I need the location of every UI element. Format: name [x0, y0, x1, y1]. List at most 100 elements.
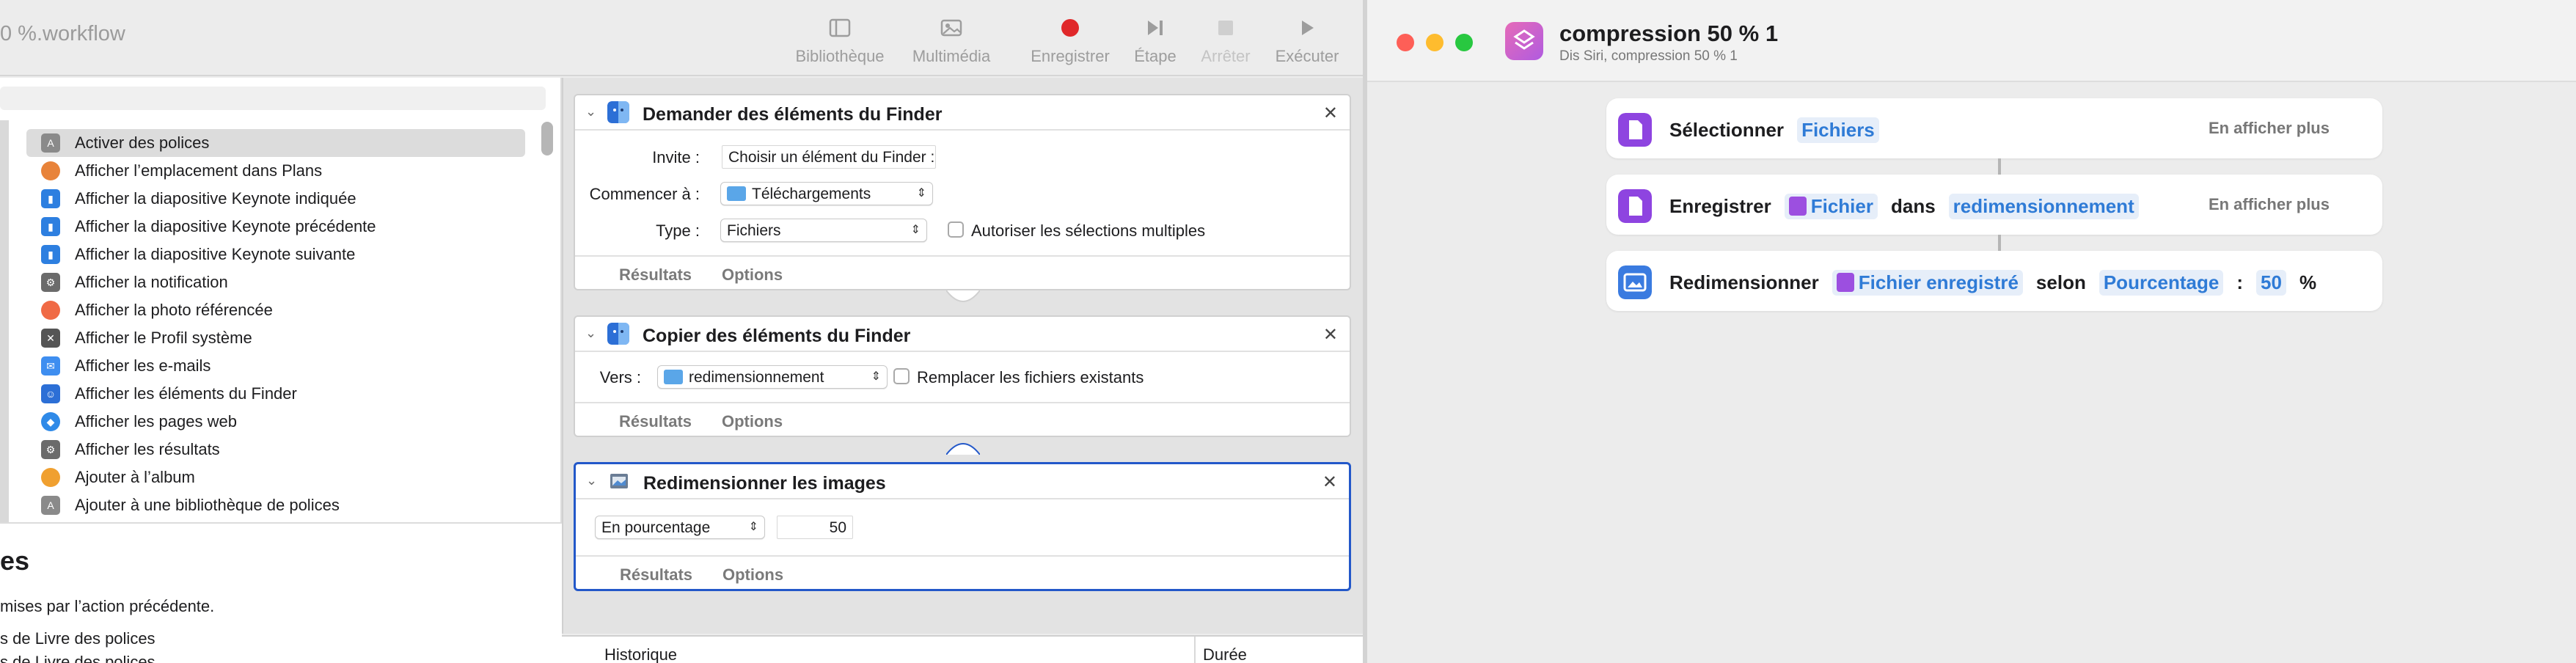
type-label: Type : [656, 221, 700, 240]
options-tab[interactable]: Options [722, 265, 783, 285]
list-item[interactable]: Afficher la photo référencée [26, 296, 525, 324]
description-line: s de Livre des polices [0, 629, 155, 648]
column-divider [1194, 637, 1196, 663]
maps-icon [41, 161, 60, 180]
chevron-updown-icon: ⇕ [910, 224, 921, 236]
preview-icon [610, 474, 628, 488]
automator-toolbar: 0 %.workflow Bibliothèque Multimédia Enr… [0, 0, 1363, 76]
shortcut-title[interactable]: compression 50 % 1 [1559, 21, 1778, 47]
results-tab[interactable]: Résultats [619, 265, 692, 285]
list-item[interactable]: Ajouter à l’album [26, 464, 525, 491]
files-token[interactable]: Fichiers [1797, 117, 1879, 143]
chevron-down-icon[interactable]: ⌄ [585, 326, 596, 341]
photos-icon [41, 301, 60, 320]
action-row: Enregistrer Fichier dans redimensionneme… [1669, 194, 2152, 219]
close-window-button[interactable] [1397, 34, 1414, 51]
log-column-duration[interactable]: Durée [1203, 645, 1247, 663]
prompt-field[interactable]: Choisir un élément du Finder : [722, 145, 936, 169]
shortcuts-app-icon [1505, 22, 1543, 60]
folder-token[interactable]: redimensionnement [1948, 194, 2139, 219]
minimize-window-button[interactable] [1426, 34, 1443, 51]
list-item[interactable]: ✕ Afficher le Profil système [26, 324, 525, 352]
stop-button[interactable]: Arrêter [1191, 15, 1260, 73]
close-icon[interactable]: ✕ [1323, 324, 1338, 345]
run-label: Exécuter [1275, 47, 1339, 65]
zoom-window-button[interactable] [1455, 34, 1473, 51]
action-row: Redimensionner Fichier enregistré selon … [1669, 270, 2330, 296]
percent-unit: % [2299, 271, 2317, 293]
start-at-select[interactable]: Téléchargements ⇕ [720, 182, 933, 205]
close-icon[interactable]: ✕ [1322, 472, 1337, 493]
list-item[interactable]: ▮ Afficher la diapositive Keynote précéde… [26, 213, 525, 241]
action-verb: Sélectionner [1669, 119, 1785, 141]
results-tab[interactable]: Résultats [619, 412, 692, 431]
automator-icon: ⚙ [41, 440, 60, 459]
resize-mode-select[interactable]: En pourcentage ⇕ [595, 516, 765, 539]
document-icon [1618, 113, 1652, 147]
card-title: Demander des éléments du Finder [643, 104, 943, 125]
list-item[interactable]: ⚙ Afficher la notification [26, 268, 525, 296]
record-label: Enregistrer [1031, 47, 1110, 65]
list-item[interactable]: ◆ Afficher les pages web [26, 408, 525, 436]
close-icon[interactable]: ✕ [1323, 103, 1338, 124]
folder-icon [727, 186, 746, 201]
folder-icon [664, 370, 683, 384]
options-tab[interactable]: Options [722, 565, 783, 585]
options-tab[interactable]: Options [722, 412, 783, 431]
file-token[interactable]: Fichier [1784, 194, 1878, 219]
media-label: Multimédia [912, 47, 991, 65]
percentage-token[interactable]: Pourcentage [2099, 270, 2224, 296]
card-footer: Résultats Options [575, 402, 1350, 437]
library-search-field[interactable] [0, 87, 546, 110]
list-item[interactable]: A Activer des polices [26, 129, 525, 157]
prompt-label: Invite : [652, 148, 700, 166]
shortcut-action-save-file[interactable]: Enregistrer Fichier dans redimensionneme… [1606, 175, 2382, 235]
list-item[interactable]: ▮ Afficher la diapositive Keynote suivant… [26, 241, 525, 268]
description-pane: es mises par l’action précédente. s de L… [0, 522, 562, 663]
saved-file-token[interactable]: Fichier enregistré [1832, 270, 2023, 296]
percentage-value-token[interactable]: 50 [2256, 270, 2286, 296]
action-word: dans [1890, 195, 1936, 217]
library-scrollbar[interactable] [541, 122, 553, 155]
results-tab[interactable]: Résultats [620, 565, 692, 585]
chevron-updown-icon: ⇕ [916, 187, 926, 199]
run-button[interactable]: Exécuter [1263, 15, 1351, 73]
action-copy-finder-items[interactable]: ⌄ Copier des éléments du Finder ✕ Vers :… [574, 315, 1351, 437]
to-label: Vers : [599, 368, 641, 387]
list-item[interactable]: ▮ Afficher la diapositive Keynote indiqué… [26, 185, 525, 213]
show-more-button[interactable]: En afficher plus [2209, 195, 2330, 214]
replace-existing-checkbox[interactable] [893, 368, 910, 384]
record-button[interactable]: Enregistrer [1021, 15, 1119, 73]
step-button[interactable]: Étape [1122, 15, 1188, 73]
document-icon [1618, 189, 1652, 223]
chevron-down-icon[interactable]: ⌄ [585, 104, 596, 120]
category-scrollbar[interactable] [0, 120, 9, 522]
connector-notch [946, 443, 980, 455]
type-select[interactable]: Fichiers ⇕ [720, 219, 927, 242]
resize-amount-field[interactable]: 50 [777, 516, 853, 539]
library-button[interactable]: Bibliothèque [791, 15, 889, 73]
shortcut-action-resize[interactable]: Redimensionner Fichier enregistré selon … [1606, 251, 2382, 311]
chevron-updown-icon: ⇕ [871, 370, 881, 383]
list-item[interactable]: ☺ Afficher les éléments du Finder [26, 380, 525, 408]
action-resize-images[interactable]: ⌄ Redimensionner les images ✕ En pourcen… [574, 462, 1351, 591]
list-item[interactable]: ⚙ Afficher les résultats [26, 436, 525, 464]
list-item[interactable]: ✉ Afficher les e-mails [26, 352, 525, 380]
chevron-down-icon[interactable]: ⌄ [586, 473, 597, 488]
list-item[interactable]: Afficher l’emplacement dans Plans [26, 157, 525, 185]
allow-multiple-checkbox[interactable] [948, 221, 964, 238]
pane-divider [562, 78, 563, 634]
finder-icon: ☺ [41, 384, 60, 403]
document-icon [1788, 197, 1807, 216]
show-more-button[interactable]: En afficher plus [2209, 119, 2330, 138]
system-profiler-icon: ✕ [41, 329, 60, 348]
log-column-history[interactable]: Historique [604, 645, 677, 663]
media-button[interactable]: Multimédia [902, 15, 1000, 73]
step-label: Étape [1134, 47, 1177, 65]
destination-select[interactable]: redimensionnement ⇕ [657, 365, 888, 389]
action-ask-finder-items[interactable]: ⌄ Demander des éléments du Finder ✕ Invi… [574, 94, 1351, 290]
record-icon [1061, 19, 1079, 37]
shortcut-action-select-files[interactable]: Sélectionner Fichiers En afficher plus [1606, 98, 2382, 158]
card-title: Copier des éléments du Finder [643, 326, 911, 346]
list-item[interactable]: A Ajouter à une bibliothèque de polices [26, 491, 525, 519]
